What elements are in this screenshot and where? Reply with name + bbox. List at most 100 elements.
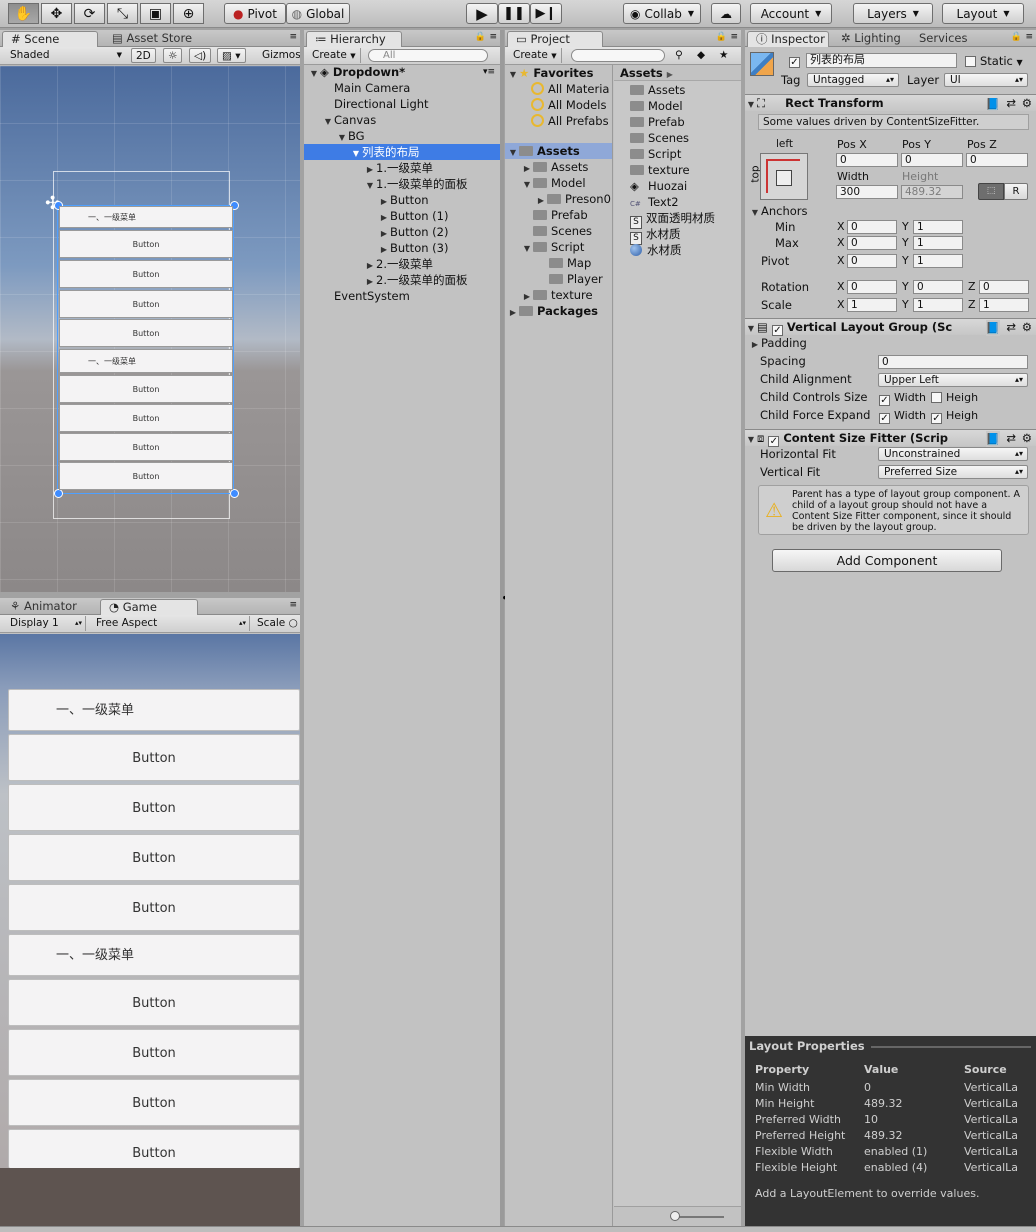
component-enabled-checkbox[interactable]: ✓ <box>771 325 783 336</box>
scene-button[interactable]: Button <box>59 260 233 288</box>
gear-icon[interactable]: ⚙ <box>1022 430 1032 446</box>
handle-bottom-right[interactable] <box>230 489 239 498</box>
file-shader-double-sided[interactable]: S 双面透明材质 <box>614 210 741 229</box>
tag-dropdown[interactable]: Untagged ▴▾ <box>807 73 899 87</box>
add-component-button[interactable]: Add Component <box>772 549 1002 572</box>
scene-button[interactable]: Button <box>59 433 233 461</box>
lock-icon[interactable]: 🔒 <box>716 32 727 42</box>
fav-all-materials[interactable]: All Materia <box>505 81 612 97</box>
gizmos-dropdown[interactable]: Gizmos <box>258 48 300 63</box>
game-button[interactable]: Button <box>8 1079 300 1126</box>
game-menu-header-2[interactable]: 一、一级菜单 <box>8 934 300 976</box>
controls-width-toggle[interactable]: ✓ Width <box>879 391 926 406</box>
hierarchy-item-button-3[interactable]: ▶ Button (3) <box>304 240 500 256</box>
anchor-min-y-field[interactable]: 1 <box>913 220 963 234</box>
pause-button[interactable]: ❚❚ <box>498 3 530 24</box>
vertical-layout-group-header[interactable]: ▼ ▤ ✓ Vertical Layout Group (Sc 📘 ⇄ ⚙ <box>745 318 1036 337</box>
layout-dropdown[interactable]: Layout ▼ <box>942 3 1024 24</box>
active-checkbox[interactable]: ✓ <box>789 53 804 68</box>
hierarchy-item-bg[interactable]: ▼ BG <box>304 128 500 144</box>
hierarchy-item-menu-2[interactable]: ▶ 2.一级菜单 <box>304 256 500 272</box>
rotation-x-field[interactable]: 0 <box>847 280 897 294</box>
hierarchy-item-button[interactable]: ▶ Button <box>304 192 500 208</box>
help-book-icon[interactable]: 📘 <box>985 431 1000 447</box>
file-folder-assets[interactable]: Assets <box>614 82 741 98</box>
posz-field[interactable]: 0 <box>966 153 1028 167</box>
packages-row[interactable]: ▶ Packages <box>505 303 612 319</box>
panel-menu-icon[interactable]: ≡ <box>289 600 297 610</box>
panel-splitter[interactable] <box>500 30 504 1226</box>
expand-arrow-icon[interactable]: ▼ <box>745 321 757 337</box>
game-button[interactable]: Button <box>8 979 300 1026</box>
cloud-button[interactable]: ☁ <box>711 3 741 24</box>
file-folder-texture[interactable]: texture <box>614 162 741 178</box>
step-button[interactable]: ▶❙ <box>530 3 562 24</box>
scene-root-row[interactable]: ▼ ◈ Dropdown* ▾≡ <box>304 64 500 80</box>
scene-button[interactable]: Button <box>59 404 233 432</box>
hierarchy-item-list-layout[interactable]: ▼ 列表的布局 <box>304 144 500 160</box>
tree-folder-texture[interactable]: ▶ texture <box>505 287 612 303</box>
game-menu-header-1[interactable]: 一、一级菜单 <box>8 689 300 731</box>
gear-icon[interactable]: ⚙ <box>1022 95 1032 111</box>
file-material-water[interactable]: 水材质 <box>614 242 741 258</box>
file-script-text2[interactable]: C# Text2 <box>614 194 741 210</box>
file-folder-scenes[interactable]: Scenes <box>614 130 741 146</box>
rotation-z-field[interactable]: 0 <box>979 280 1029 294</box>
raw-edit-button[interactable]: R <box>1004 183 1028 200</box>
shading-dropdown[interactable]: Shaded ▼ <box>6 48 124 63</box>
object-name-field[interactable]: 列表的布局 <box>806 53 957 68</box>
game-button[interactable]: Button <box>8 734 300 781</box>
rect-tool-button[interactable]: ▣ <box>140 3 171 24</box>
rect-transform-header[interactable]: ▼ ⛶ Rect Transform 📘 ⇄ ⚙ <box>745 94 1036 111</box>
tree-folder-assets[interactable]: ▶ Assets <box>505 159 612 175</box>
effects-dropdown[interactable]: ▨ ▾ <box>217 48 246 63</box>
posy-field[interactable]: 0 <box>901 153 963 167</box>
tab-services[interactable]: Services <box>911 31 976 47</box>
scene-viewport[interactable]: ✣ 一、一级菜单 Button Button Button Button 一、一… <box>0 66 300 592</box>
spacing-field[interactable]: 0 <box>878 355 1028 369</box>
lock-icon[interactable]: 🔒 <box>1011 32 1022 42</box>
audio-toggle[interactable]: ◁) <box>189 48 212 63</box>
tab-scene[interactable]: # Scene <box>2 31 98 47</box>
anchor-min-x-field[interactable]: 0 <box>847 220 897 234</box>
scene-menu-header-1[interactable]: 一、一级菜单 <box>59 206 233 228</box>
expand-height-toggle[interactable]: ✓ Heigh <box>931 409 978 424</box>
collapse-arrow-icon[interactable]: ▶ <box>507 305 519 321</box>
game-button[interactable]: Button <box>8 1129 300 1168</box>
static-toggle[interactable]: Static ▼ <box>965 54 1023 68</box>
2d-toggle[interactable]: 2D <box>131 48 156 63</box>
account-dropdown[interactable]: Account ▼ <box>750 3 832 24</box>
width-field[interactable]: 300 <box>836 185 898 199</box>
lighting-toggle[interactable]: ☼ <box>163 48 183 63</box>
help-book-icon[interactable]: 📘 <box>985 320 1000 336</box>
hierarchy-item-button-2[interactable]: ▶ Button (2) <box>304 224 500 240</box>
padding-foldout[interactable]: ▶ Padding <box>745 336 1036 352</box>
gear-icon[interactable]: ⚙ <box>1022 319 1032 335</box>
preset-icon[interactable]: ⇄ <box>1006 319 1016 335</box>
fav-all-models[interactable]: All Models <box>505 97 612 113</box>
anchor-max-y-field[interactable]: 1 <box>913 236 963 250</box>
tab-animator[interactable]: ⚘ Animator <box>2 599 85 615</box>
file-scene-huozai[interactable]: ◈ Huozai <box>614 178 741 194</box>
lock-icon[interactable]: 🔒 <box>475 32 486 42</box>
hierarchy-create-dropdown[interactable]: Create ▼ <box>308 48 361 63</box>
scene-menu-header-2[interactable]: 一、一级菜单 <box>59 349 233 373</box>
scene-button[interactable]: Button <box>59 230 233 258</box>
tab-game[interactable]: ◔ Game <box>100 599 198 615</box>
tab-lighting[interactable]: ✲ Lighting <box>833 31 909 47</box>
game-button[interactable]: Button <box>8 884 300 931</box>
blueprint-mode-button[interactable]: ⬚ <box>978 183 1004 200</box>
file-folder-model[interactable]: Model <box>614 98 741 114</box>
component-enabled-checkbox[interactable]: ✓ <box>768 436 780 447</box>
aspect-dropdown[interactable]: Free Aspect ▴▾ <box>92 616 250 631</box>
hierarchy-item-menu-1-panel[interactable]: ▼ 1.一级菜单的面板 <box>304 176 500 192</box>
display-dropdown[interactable]: Display 1 ▴▾ <box>6 616 86 631</box>
file-shader-water[interactable]: S 水材质 <box>614 226 741 245</box>
panel-menu-icon[interactable]: ≡ <box>730 32 738 42</box>
panel-menu-icon[interactable]: ≡ <box>1025 32 1033 42</box>
hierarchy-item-menu-2-panel[interactable]: ▶ 2.一级菜单的面板 <box>304 272 500 288</box>
layer-dropdown[interactable]: UI ▴▾ <box>944 73 1028 87</box>
assets-root-row[interactable]: ▼ Assets <box>505 143 612 159</box>
layers-dropdown[interactable]: Layers ▼ <box>853 3 933 24</box>
slider-knob[interactable] <box>670 1211 680 1221</box>
